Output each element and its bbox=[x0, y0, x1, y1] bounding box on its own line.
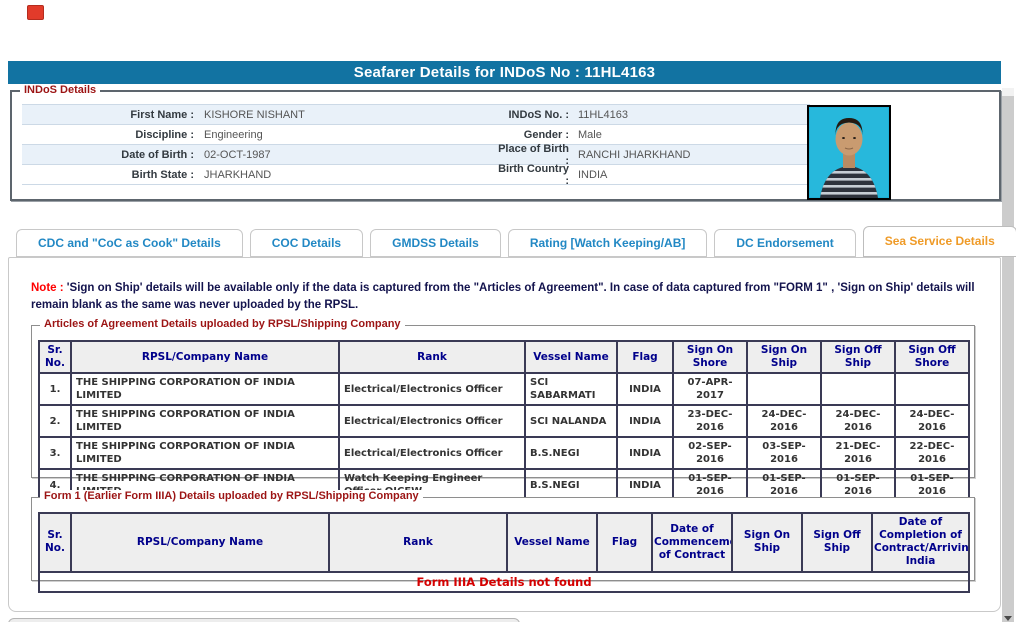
table-cell: 22-DEC-2016 bbox=[895, 437, 969, 469]
table-cell: 24-DEC-2016 bbox=[895, 405, 969, 437]
field-value: KISHORE NISHANT bbox=[194, 109, 494, 121]
portrait-graphic bbox=[809, 107, 889, 198]
table-cell: 23-DEC-2016 bbox=[673, 405, 747, 437]
seafarer-details-page: Seafarer Details for INDoS No : 11HL4163… bbox=[0, 0, 1016, 622]
articles-of-agreement-legend: Articles of Agreement Details uploaded b… bbox=[40, 318, 405, 330]
column-header: Sign Off Ship bbox=[821, 341, 895, 373]
table-row: 1.THE SHIPPING CORPORATION OF INDIA LIMI… bbox=[39, 373, 969, 405]
field-value: 02-OCT-1987 bbox=[194, 149, 494, 161]
table-cell: B.S.NEGI bbox=[525, 437, 617, 469]
tab-coc-details[interactable]: COC Details bbox=[250, 229, 363, 257]
column-header: Sign On Shore bbox=[673, 341, 747, 373]
form1-table: Sr. No.RPSL/Company NameRankVessel NameF… bbox=[38, 512, 970, 593]
table-cell: 21-DEC-2016 bbox=[821, 437, 895, 469]
broken-image-icon bbox=[27, 5, 44, 20]
table-cell: 24-DEC-2016 bbox=[747, 405, 821, 437]
note-text: Note : 'Sign on Ship' details will be av… bbox=[31, 280, 989, 315]
field-value: RANCHI JHARKHAND bbox=[569, 149, 810, 161]
note-label: Note : bbox=[31, 282, 64, 294]
field-label: Discipline : bbox=[22, 129, 194, 141]
indos-rows: First Name :KISHORE NISHANTINDoS No. :11… bbox=[22, 104, 810, 185]
form1-header-row: Sr. No.RPSL/Company NameRankVessel NameF… bbox=[39, 513, 969, 572]
field-label: INDoS No. : bbox=[494, 109, 569, 121]
indos-details-legend: INDoS Details bbox=[20, 84, 100, 96]
table-cell bbox=[895, 373, 969, 405]
table-cell: INDIA bbox=[617, 437, 673, 469]
aoa-header-row: Sr. No.RPSL/Company NameRankVessel NameF… bbox=[39, 341, 969, 373]
table-row: 2.THE SHIPPING CORPORATION OF INDIA LIMI… bbox=[39, 405, 969, 437]
field-label: Birth Country : bbox=[494, 163, 569, 187]
articles-of-agreement-fieldset: Articles of Agreement Details uploaded b… bbox=[31, 325, 975, 478]
sea-service-panel: Note : 'Sign on Ship' details will be av… bbox=[8, 257, 1001, 612]
column-header: Rank bbox=[339, 341, 525, 373]
info-row: Discipline :EngineeringGender :Male bbox=[22, 125, 810, 145]
field-label: First Name : bbox=[22, 109, 194, 121]
table-cell: 02-SEP-2016 bbox=[673, 437, 747, 469]
tab-cdc-and-coc-as-cook-details[interactable]: CDC and "CoC as Cook" Details bbox=[16, 229, 243, 257]
form1-legend: Form 1 (Earlier Form IIIA) Details uploa… bbox=[40, 490, 423, 502]
table-cell: 1. bbox=[39, 373, 71, 405]
table-row: 3.THE SHIPPING CORPORATION OF INDIA LIMI… bbox=[39, 437, 969, 469]
info-row: First Name :KISHORE NISHANTINDoS No. :11… bbox=[22, 105, 810, 125]
field-value: INDIA bbox=[569, 169, 810, 181]
column-header: Date of Commencement of Contract bbox=[652, 513, 732, 572]
column-header: Date of Completion of Contract/Arriving … bbox=[872, 513, 969, 572]
column-header: Rank bbox=[329, 513, 507, 572]
field-label: Date of Birth : bbox=[22, 149, 194, 161]
table-cell: THE SHIPPING CORPORATION OF INDIA LIMITE… bbox=[71, 373, 339, 405]
table-cell: SCI NALANDA bbox=[525, 405, 617, 437]
indos-details-fieldset: INDoS Details First Name :KISHORE NISHAN… bbox=[10, 90, 1001, 201]
info-row: Birth State :JHARKHANDBirth Country :IND… bbox=[22, 165, 810, 185]
table-cell: SCI SABARMATI bbox=[525, 373, 617, 405]
field-label: Birth State : bbox=[22, 169, 194, 181]
table-cell: THE SHIPPING CORPORATION OF INDIA LIMITE… bbox=[71, 437, 339, 469]
column-header: Sr. No. bbox=[39, 341, 71, 373]
column-header: Sign On Ship bbox=[732, 513, 802, 572]
field-value: 11HL4163 bbox=[569, 109, 810, 121]
table-cell: INDIA bbox=[617, 373, 673, 405]
column-header: Sign Off Ship bbox=[802, 513, 872, 572]
table-cell: 2. bbox=[39, 405, 71, 437]
table-cell: THE SHIPPING CORPORATION OF INDIA LIMITE… bbox=[71, 405, 339, 437]
column-header: Flag bbox=[597, 513, 652, 572]
field-value: Engineering bbox=[194, 129, 494, 141]
column-header: RPSL/Company Name bbox=[71, 341, 339, 373]
tab-sea-service-details[interactable]: Sea Service Details bbox=[863, 226, 1016, 257]
table-cell: 3. bbox=[39, 437, 71, 469]
table-cell: 03-SEP-2016 bbox=[747, 437, 821, 469]
tab-gmdss-details[interactable]: GMDSS Details bbox=[370, 229, 501, 257]
tab-rating-watch-keeping-ab[interactable]: Rating [Watch Keeping/AB] bbox=[508, 229, 708, 257]
field-label: Gender : bbox=[494, 129, 569, 141]
table-cell: Electrical/Electronics Officer bbox=[339, 437, 525, 469]
vertical-scrollbar[interactable] bbox=[1002, 88, 1014, 622]
column-header: Sign Off Shore bbox=[895, 341, 969, 373]
tab-bar: CDC and "CoC as Cook" DetailsCOC Details… bbox=[16, 226, 1016, 257]
field-value: Male bbox=[569, 129, 810, 141]
column-header: RPSL/Company Name bbox=[71, 513, 329, 572]
table-cell: 24-DEC-2016 bbox=[821, 405, 895, 437]
next-section-edge bbox=[8, 618, 520, 622]
scrollbar-down-arrow-icon[interactable] bbox=[1004, 616, 1012, 621]
tab-dc-endorsement[interactable]: DC Endorsement bbox=[714, 229, 855, 257]
column-header: Sign On Ship bbox=[747, 341, 821, 373]
column-header: Flag bbox=[617, 341, 673, 373]
field-value: JHARKHAND bbox=[194, 169, 494, 181]
page-title: Seafarer Details for INDoS No : 11HL4163 bbox=[8, 61, 1001, 84]
table-cell: 07-APR-2017 bbox=[673, 373, 747, 405]
table-cell: Electrical/Electronics Officer bbox=[339, 373, 525, 405]
table-cell: Electrical/Electronics Officer bbox=[339, 405, 525, 437]
table-cell bbox=[747, 373, 821, 405]
info-row: Date of Birth :02-OCT-1987Place of Birth… bbox=[22, 145, 810, 165]
form1-fieldset: Form 1 (Earlier Form IIIA) Details uploa… bbox=[31, 497, 975, 581]
table-cell: INDIA bbox=[617, 405, 673, 437]
column-header: Vessel Name bbox=[507, 513, 597, 572]
column-header: Sr. No. bbox=[39, 513, 71, 572]
form1-empty-row: Form IIIA Details not found bbox=[39, 572, 969, 593]
seafarer-photo bbox=[807, 105, 891, 200]
note-body: 'Sign on Ship' details will be available… bbox=[31, 282, 975, 311]
form1-empty-message: Form IIIA Details not found bbox=[39, 572, 969, 593]
table-cell bbox=[821, 373, 895, 405]
column-header: Vessel Name bbox=[525, 341, 617, 373]
scrollbar-track-cap bbox=[1002, 88, 1014, 96]
